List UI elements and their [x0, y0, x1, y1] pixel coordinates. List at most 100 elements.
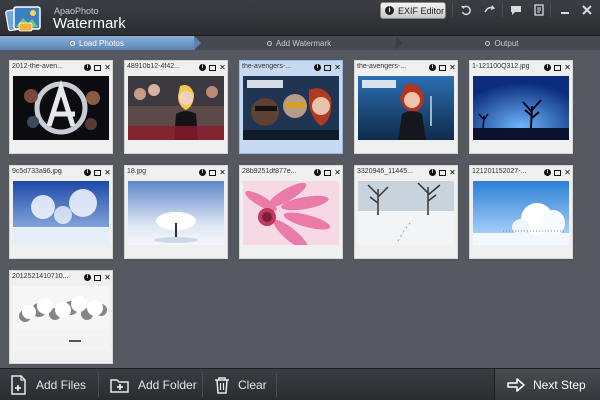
- preview-icon[interactable]: [208, 63, 217, 72]
- clear-label: Clear: [238, 378, 267, 392]
- photo-card[interactable]: 3320946_11445... i ✕: [354, 165, 458, 259]
- remove-icon[interactable]: ✕: [333, 168, 342, 177]
- next-step-button[interactable]: Next Step: [494, 369, 600, 400]
- toolbar-divider: [202, 373, 203, 397]
- list-icon[interactable]: [530, 2, 548, 18]
- chat-icon[interactable]: [507, 2, 525, 18]
- toolbar-divider: [98, 373, 99, 397]
- photo-filename: 18.jpg: [127, 168, 147, 175]
- photo-thumbnail: [128, 181, 224, 245]
- preview-icon[interactable]: [323, 168, 332, 177]
- preview-icon[interactable]: [553, 63, 562, 72]
- photo-thumbnail: [243, 181, 339, 245]
- info-icon: i: [385, 6, 394, 15]
- step-bullet-icon: [70, 40, 76, 46]
- preview-icon[interactable]: [438, 168, 447, 177]
- info-icon[interactable]: i: [428, 63, 437, 72]
- preview-icon[interactable]: [208, 168, 217, 177]
- add-folder-icon: [110, 379, 129, 393]
- photo-filename: 28b9251df877e...: [242, 168, 297, 175]
- photo-card-header: 28b9251df877e... i ✕: [242, 168, 342, 179]
- info-icon[interactable]: i: [543, 168, 552, 177]
- photo-filename: 2012-the-aven...: [12, 63, 63, 70]
- photo-filename: 48910b12-4f42...: [127, 63, 180, 70]
- clear-button[interactable]: Clear: [214, 369, 267, 400]
- info-icon[interactable]: i: [428, 168, 437, 177]
- photo-card[interactable]: 121201152027-... i ✕: [469, 165, 573, 259]
- info-icon[interactable]: i: [313, 63, 322, 72]
- info-icon[interactable]: i: [83, 273, 92, 282]
- redo-icon[interactable]: [481, 2, 499, 18]
- info-icon[interactable]: i: [83, 168, 92, 177]
- info-icon[interactable]: i: [543, 63, 552, 72]
- photo-card[interactable]: 1-121100Q312.jpg i ✕: [469, 60, 573, 154]
- photo-filename: 3320946_11445...: [357, 168, 413, 175]
- photo-filename: 121201152027-...: [472, 168, 527, 175]
- app-title: Watermark: [53, 15, 126, 32]
- info-icon[interactable]: i: [198, 168, 207, 177]
- add-folder-button[interactable]: Add Folder: [110, 369, 197, 400]
- photo-card[interactable]: 2012-the-aven... i ✕: [9, 60, 113, 154]
- remove-icon[interactable]: ✕: [448, 168, 457, 177]
- preview-icon[interactable]: [438, 63, 447, 72]
- step-add-watermark[interactable]: Add Watermark: [204, 36, 394, 50]
- photo-thumbnail: [473, 76, 569, 140]
- photo-card[interactable]: 48910b12-4f42... i ✕: [124, 60, 228, 154]
- photo-card-header: 9c5d733a96.jpg i ✕: [12, 168, 112, 179]
- step-bullet-icon: [266, 40, 272, 46]
- remove-icon[interactable]: ✕: [103, 168, 112, 177]
- preview-icon[interactable]: [93, 63, 102, 72]
- exif-editor-button[interactable]: i EXIF Editor: [380, 2, 446, 19]
- step-arrow: [396, 36, 402, 50]
- step-bullet-icon: [485, 40, 491, 46]
- add-files-label: Add Files: [36, 378, 87, 392]
- photo-filename: 9c5d733a96.jpg: [12, 168, 62, 175]
- photo-filename: the-avengers-...: [242, 63, 292, 70]
- step-bar: Load Photos Add Watermark Output: [0, 36, 600, 50]
- photo-thumbnail: [13, 76, 109, 140]
- photo-grid: 2012-the-aven... i ✕ 48910b12-4f42... i …: [0, 50, 600, 368]
- remove-icon[interactable]: ✕: [563, 168, 572, 177]
- remove-icon[interactable]: ✕: [103, 273, 112, 282]
- photo-card[interactable]: the-avengers-... i ✕: [354, 60, 458, 154]
- preview-icon[interactable]: [553, 168, 562, 177]
- trash-icon: [215, 377, 229, 394]
- add-files-button[interactable]: Add Files: [10, 369, 86, 400]
- remove-icon[interactable]: ✕: [218, 168, 227, 177]
- step-label: Add Watermark: [275, 38, 332, 48]
- step-label: Load Photos: [79, 38, 124, 48]
- photo-card-header: 121201152027-... i ✕: [472, 168, 572, 179]
- step-output[interactable]: Output: [404, 36, 600, 50]
- preview-icon[interactable]: [323, 63, 332, 72]
- undo-icon[interactable]: [457, 2, 475, 18]
- remove-icon[interactable]: ✕: [218, 63, 227, 72]
- photo-filename: 2012521410710...: [12, 273, 69, 280]
- add-folder-label: Add Folder: [138, 378, 197, 392]
- exif-editor-label: EXIF Editor: [398, 5, 445, 16]
- photo-thumbnail: [358, 76, 454, 140]
- remove-icon[interactable]: ✕: [333, 63, 342, 72]
- photo-card[interactable]: the-avengers-... i ✕: [239, 60, 343, 154]
- photo-card-header: the-avengers-... i ✕: [357, 63, 457, 74]
- remove-icon[interactable]: ✕: [563, 63, 572, 72]
- photo-thumbnail: [358, 181, 454, 245]
- info-icon[interactable]: i: [198, 63, 207, 72]
- photo-card[interactable]: 2012521410710... i ✕: [9, 270, 113, 364]
- photo-card[interactable]: 9c5d733a96.jpg i ✕: [9, 165, 113, 259]
- minimize-icon[interactable]: [556, 2, 574, 18]
- toolbar-divider: [276, 373, 277, 397]
- photo-card[interactable]: 18.jpg i ✕: [124, 165, 228, 259]
- close-icon[interactable]: [578, 2, 596, 18]
- info-icon[interactable]: i: [83, 63, 92, 72]
- titlebar-divider: [550, 3, 551, 17]
- photo-thumbnail: [13, 181, 109, 245]
- photo-card-header: 2012-the-aven... i ✕: [12, 63, 112, 74]
- info-icon[interactable]: i: [313, 168, 322, 177]
- photo-thumbnail: [13, 286, 109, 350]
- preview-icon[interactable]: [93, 273, 102, 282]
- remove-icon[interactable]: ✕: [448, 63, 457, 72]
- remove-icon[interactable]: ✕: [103, 63, 112, 72]
- photo-card[interactable]: 28b9251df877e... i ✕: [239, 165, 343, 259]
- step-load-photos[interactable]: Load Photos: [0, 36, 194, 50]
- preview-icon[interactable]: [93, 168, 102, 177]
